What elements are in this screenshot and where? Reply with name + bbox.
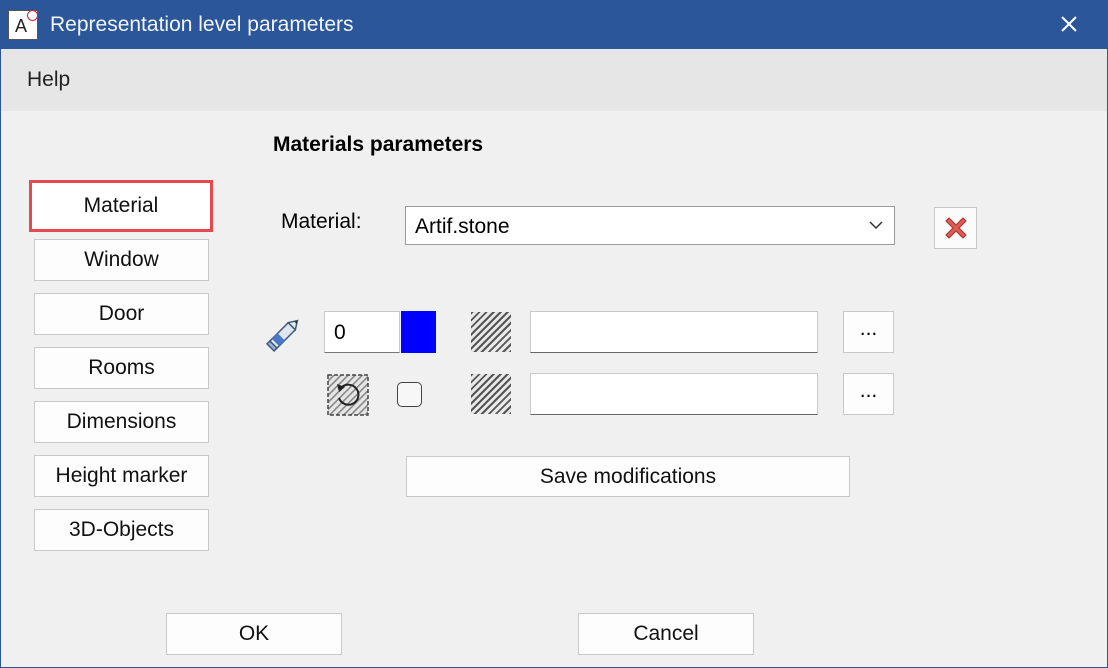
material-select-value: Artif.stone — [415, 215, 510, 238]
category-rooms-button[interactable]: Rooms — [34, 347, 209, 389]
material-select[interactable]: Artif.stone — [405, 206, 895, 245]
pencil-icon — [265, 319, 299, 353]
category-dimensions-button[interactable]: Dimensions — [34, 401, 209, 443]
section-title: Materials parameters — [273, 133, 484, 156]
title-bar[interactable]: A Representation level parameters — [1, 1, 1107, 49]
dialog-window: A Representation level parameters Help M… — [0, 0, 1108, 668]
category-material-button[interactable]: Material — [29, 180, 213, 232]
category-height-marker-button[interactable]: Height marker — [34, 455, 209, 497]
cancel-button[interactable]: Cancel — [578, 613, 754, 655]
rotate-pattern-icon[interactable] — [327, 374, 369, 416]
app-icon-letter: A — [15, 16, 28, 36]
app-badge-icon — [27, 10, 38, 21]
menu-item-help[interactable]: Help — [27, 68, 70, 92]
browse-pattern-button-1[interactable]: ... — [843, 311, 894, 353]
pattern-name-field-1[interactable] — [530, 311, 818, 353]
category-door-button[interactable]: Door — [34, 293, 209, 335]
app-icon: A — [8, 10, 38, 40]
menu-bar: Help — [1, 49, 1107, 111]
pen-color-swatch[interactable] — [401, 311, 436, 353]
close-button[interactable] — [1029, 1, 1107, 47]
hatch-pattern-icon — [471, 374, 511, 414]
save-modifications-button[interactable]: Save modifications — [406, 456, 850, 497]
hatch-pattern-icon — [471, 312, 511, 352]
category-3d-objects-button[interactable]: 3D-Objects — [34, 509, 209, 551]
delete-material-button[interactable] — [934, 207, 977, 249]
category-window-button[interactable]: Window — [34, 239, 209, 281]
window-title: Representation level parameters — [50, 13, 354, 36]
close-icon — [1061, 16, 1077, 32]
rotate-checkbox[interactable] — [397, 382, 422, 407]
material-label: Material: — [281, 210, 362, 233]
red-x-icon — [944, 217, 967, 239]
pattern-name-field-2[interactable] — [530, 373, 818, 415]
pen-number-input[interactable]: 0 — [324, 311, 400, 353]
browse-pattern-button-2[interactable]: ... — [843, 373, 894, 415]
chevron-down-icon — [869, 221, 883, 230]
ok-button[interactable]: OK — [166, 613, 342, 655]
